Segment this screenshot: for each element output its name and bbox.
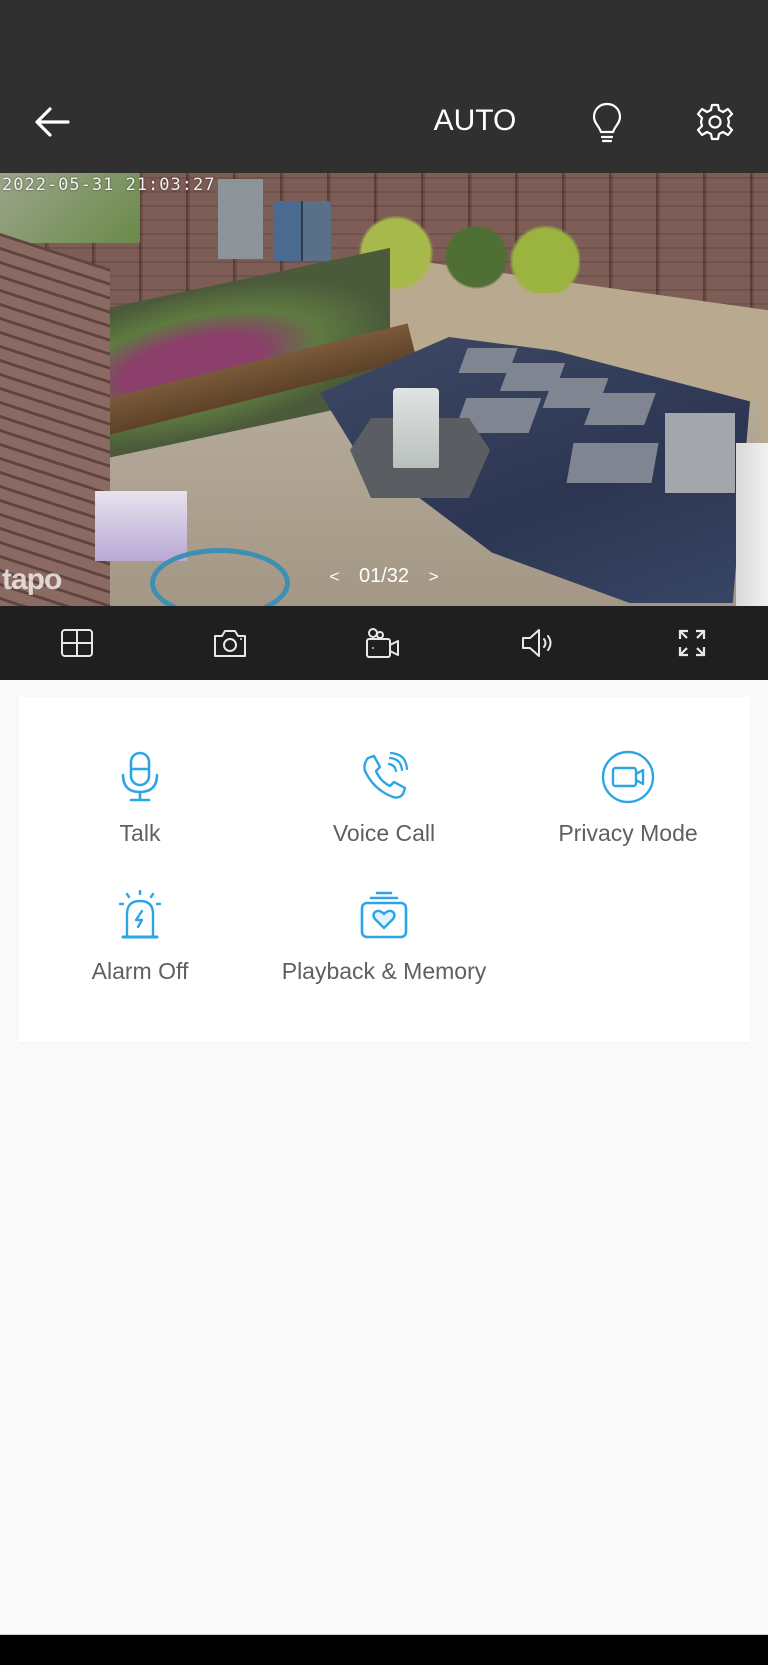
camera-image [0,173,768,606]
speaker-icon [522,629,552,657]
video-record-icon [366,628,399,658]
next-button[interactable]: > [415,567,453,587]
multi-view-button[interactable] [57,623,97,663]
camera-icon [214,630,246,657]
paving-slab [665,413,735,493]
alarm-label: Alarm Off [91,958,189,984]
wheelie-bins [273,201,331,261]
back-button[interactable] [30,100,74,144]
live-video-feed[interactable]: 2022-05-31 21:03:27 tapo < 01/32 > [0,173,768,606]
paving-slab [566,443,659,483]
arrow-left-icon [35,107,70,137]
video-timestamp: 2022-05-31 21:03:27 [2,175,216,195]
clip-pager: < 01/32 > [0,565,768,588]
alarm-siren-icon [118,890,162,939]
video-toolbar [0,606,768,680]
night-vision-mode-button[interactable]: AUTO [420,104,530,138]
phone-call-icon [363,752,409,799]
talk-button[interactable]: Talk [20,747,260,847]
voice-call-label: Voice Call [332,820,436,846]
paving-slab [584,393,656,425]
fullscreen-button[interactable] [672,623,712,663]
sound-button[interactable] [518,623,558,663]
quick-actions-card: Talk Voice Call Privacy Mode Alarm Off P… [19,697,750,1042]
side-fence [0,233,110,606]
grid-icon [61,629,93,657]
settings-button[interactable] [695,102,735,142]
previous-button[interactable]: < [315,567,353,587]
system-navigation-bar [0,1634,768,1665]
gate [218,179,263,259]
playback-memory-label: Playback & Memory [281,958,487,984]
record-button[interactable] [363,623,403,663]
privacy-mode-button[interactable]: Privacy Mode [508,747,748,847]
expand-icon [678,629,706,657]
page-indicator: 01/32 [358,565,410,588]
bags [95,491,187,561]
voice-call-button[interactable]: Voice Call [264,747,504,847]
lightbulb-icon [592,102,622,143]
light-button[interactable] [590,101,624,143]
alarm-button[interactable]: Alarm Off [20,885,260,985]
sand-bag [393,388,439,468]
privacy-camera-icon [601,750,655,804]
playback-memory-button[interactable]: Playback & Memory [264,885,504,985]
privacy-mode-label: Privacy Mode [558,820,698,846]
snapshot-button[interactable] [210,623,250,663]
talk-label: Talk [119,820,161,846]
top-bar: AUTO [0,0,768,173]
memory-album-icon [360,891,408,939]
gear-icon [696,103,734,141]
microphone-icon [121,751,159,802]
